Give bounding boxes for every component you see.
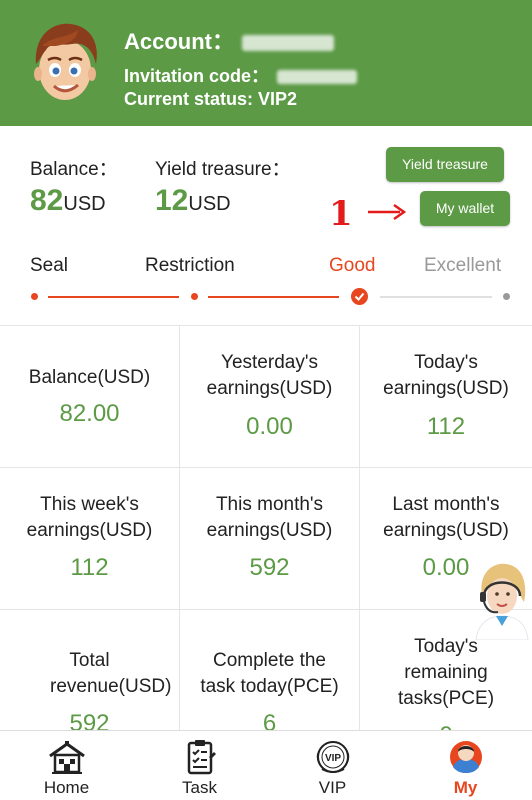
level-good: Good (329, 255, 376, 276)
account-row: Account： (124, 24, 335, 56)
invitation-label: Invitation code： (124, 66, 270, 86)
stat-label: Today's earnings(USD) (383, 352, 509, 399)
nav-home-label: Home (43, 778, 90, 797)
stat-value: 0.00 (246, 413, 293, 440)
nav-my-label: My (453, 778, 478, 797)
user-avatar-icon (449, 741, 482, 773)
stat-label: This week's earnings(USD) (26, 494, 153, 541)
nav-vip-label: VIP (318, 778, 347, 797)
nav-task-label: Task (182, 778, 217, 797)
stat-tasks-completed: Complete the task today(PCE) 6 (180, 610, 360, 730)
stat-value: 82.00 (59, 400, 120, 427)
stat-label: Total revenue(USD) (50, 650, 172, 697)
level-current-check-icon (351, 288, 368, 305)
balance-label: Balance： (30, 159, 118, 180)
stat-label: Today's remaining tasks(PCE) (397, 636, 495, 709)
progress-track-2 (208, 296, 339, 298)
level-dot-excellent (503, 293, 510, 300)
my-wallet-button[interactable]: My wallet (420, 191, 510, 226)
stat-label: This month's earnings(USD) (206, 494, 333, 541)
stats-grid: Balance(USD) 82.00 Yesterday's earnings(… (0, 325, 532, 730)
invitation-row: Invitation code： (124, 62, 358, 88)
stat-total-revenue: Total revenue(USD) 592 (0, 610, 180, 730)
stat-value: 592 (69, 710, 110, 730)
stat-value: 112 (426, 413, 466, 440)
nav-vip[interactable]: VIP VIP (266, 731, 399, 800)
vip-badge-icon: VIP (316, 741, 349, 773)
yield-value: 12 (155, 184, 189, 217)
bottom-nav: Home Task VIP VIP My (0, 730, 532, 800)
stat-value: 592 (249, 554, 290, 581)
customer-support-icon[interactable] (470, 560, 532, 640)
balance-amount: 82USD (30, 184, 106, 218)
annotation-arrow-icon (368, 203, 407, 221)
svg-text:VIP: VIP (324, 753, 340, 764)
profile-header: Account： Invitation code： Current status… (0, 0, 532, 126)
stat-value: 6 (262, 710, 277, 730)
nav-my[interactable]: My (399, 731, 532, 800)
stat-label: Yesterday's earnings(USD) (206, 352, 333, 399)
invitation-code-redacted (277, 70, 358, 85)
account-label: Account： (124, 29, 235, 54)
stat-month-earnings: This month's earnings(USD) 592 (180, 468, 360, 610)
yield-treasure-button[interactable]: Yield treasure (386, 147, 504, 182)
annotation-number: 1 (329, 194, 353, 234)
stat-label: Complete the task today(PCE) (200, 650, 339, 697)
level-dot-seal (31, 293, 38, 300)
nav-task[interactable]: Task (133, 731, 266, 800)
stat-label: Balance(USD) (28, 367, 151, 388)
level-restriction: Restriction (145, 255, 235, 276)
current-status: Current status: VIP2 (124, 89, 298, 109)
stat-balance: Balance(USD) 82.00 (0, 326, 180, 468)
stat-label: Last month's earnings(USD) (383, 494, 509, 541)
stat-today-earnings: Today's earnings(USD) 112 (360, 326, 532, 468)
balance-unit: USD (63, 193, 106, 215)
clipboard-icon (187, 740, 216, 775)
stat-value: 0 (360, 722, 532, 730)
level-excellent: Excellent (424, 255, 502, 276)
level-seal: Seal (30, 255, 69, 276)
stat-week-earnings: This week's earnings(USD) 112 (0, 468, 180, 610)
yield-label: Yield treasure： (155, 159, 291, 180)
stat-value: 112 (70, 554, 109, 581)
home-icon (48, 741, 85, 774)
user-avatar (34, 23, 97, 100)
progress-track-1 (48, 296, 179, 298)
yield-amount: 12USD (155, 184, 231, 218)
level-dot-restriction (191, 293, 198, 300)
stat-yesterday-earnings: Yesterday's earnings(USD) 0.00 (180, 326, 360, 468)
nav-home[interactable]: Home (0, 731, 133, 800)
account-id-redacted (242, 35, 335, 52)
balance-value: 82 (30, 184, 64, 217)
yield-unit: USD (188, 193, 231, 215)
progress-track-3 (380, 296, 492, 298)
